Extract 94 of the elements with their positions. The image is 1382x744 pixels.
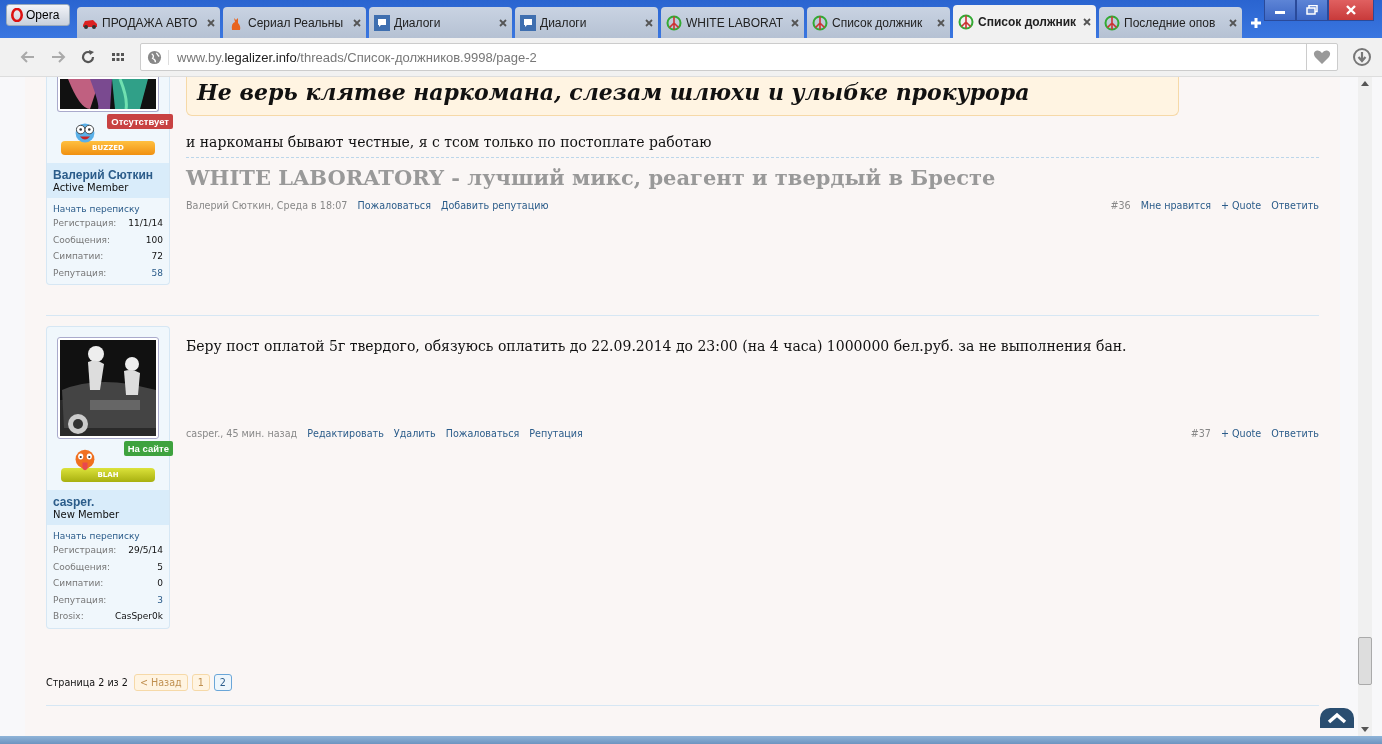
- author-time: casper., 45 мин. назад: [186, 427, 298, 439]
- browser-tab[interactable]: Последние опов: [1099, 7, 1242, 38]
- message-text: и наркоманы бывают честные, я с тсом только по постоплате работаю: [186, 133, 713, 152]
- stat-value: 100: [145, 233, 163, 247]
- peace-sign-icon: [958, 13, 974, 30]
- peace-sign-icon: [666, 14, 682, 31]
- page-label: Страница 2 из 2: [46, 676, 128, 688]
- close-icon[interactable]: [1229, 18, 1237, 27]
- stat-value: 5: [157, 560, 163, 574]
- tab-title: Диалоги: [394, 15, 442, 30]
- start-conversation-link[interactable]: Начать переписку: [53, 204, 163, 214]
- close-icon[interactable]: [207, 18, 215, 27]
- download-icon[interactable]: [1352, 47, 1372, 67]
- peace-sign-icon: [1104, 14, 1120, 31]
- stat-value: CasSper0k: [114, 610, 163, 623]
- tongue-face-icon: [73, 448, 97, 472]
- stat-label: Репутация:: [53, 266, 107, 280]
- author-time: Валерий Сюткин, Среда в 18:07: [186, 200, 348, 211]
- browser-tab[interactable]: Диалоги: [369, 7, 512, 38]
- address-field[interactable]: www.by.legalizer.info/threads/Список-должников.9998/page-2: [140, 43, 1338, 71]
- stat-value[interactable]: 58: [151, 266, 163, 280]
- tab-title: Список должник: [832, 15, 924, 30]
- stat-label: Симпатии:: [53, 250, 104, 263]
- close-icon[interactable]: [937, 18, 945, 27]
- stat-label: Brosix:: [53, 610, 84, 623]
- globe-icon: [147, 49, 169, 65]
- post-action-link[interactable]: + Quote: [1220, 427, 1262, 439]
- opera-logo-icon: [11, 8, 23, 22]
- browser-tab[interactable]: Диалоги: [515, 7, 658, 38]
- status-badge: Отсутствует: [107, 114, 173, 129]
- post-link[interactable]: Редактировать: [307, 427, 384, 439]
- scroll-up-icon[interactable]: [1361, 81, 1369, 86]
- signature-quote: Не верь клятве наркомана, слезам шлюхи и улыбке прокурора: [186, 77, 1179, 116]
- stat-value[interactable]: 3: [157, 593, 163, 607]
- stat-label: Сообщения:: [53, 560, 111, 574]
- minimize-icon[interactable]: [1264, 0, 1296, 21]
- close-icon[interactable]: [353, 18, 361, 27]
- tab-title: Сериал Реальны: [248, 15, 345, 30]
- close-icon[interactable]: [1083, 17, 1091, 26]
- goofy-face-icon: [73, 121, 97, 145]
- tab-title: ПРОДАЖА АВТО: [102, 15, 199, 30]
- user-title: New Member: [53, 509, 121, 520]
- browser-tab[interactable]: Сериал Реальны: [223, 7, 366, 38]
- post-action-link[interactable]: + Quote: [1220, 200, 1262, 211]
- signature-heading: WHITE LABORATORY - лучший микс, реагент и твердый в Бресте: [186, 157, 1319, 190]
- post-action-link[interactable]: Мне нравится: [1140, 200, 1211, 211]
- close-icon[interactable]: [791, 18, 799, 27]
- post-link[interactable]: Пожаловаться: [445, 427, 520, 439]
- opera-menu-button[interactable]: Opera: [6, 4, 70, 26]
- tab-title: WHITE LABORAT: [686, 15, 785, 30]
- close-icon[interactable]: [645, 18, 653, 27]
- tab-title: Список должник: [978, 14, 1078, 29]
- scrollbar-thumb[interactable]: [1358, 637, 1372, 685]
- browser-tab[interactable]: WHITE LABORAT: [661, 7, 804, 38]
- tab-title: Диалоги: [540, 15, 588, 30]
- post-action-link[interactable]: Ответить: [1271, 200, 1319, 211]
- stat-label: Регистрация:: [53, 217, 117, 230]
- post-link[interactable]: Репутация: [529, 427, 583, 439]
- scrollbar[interactable]: [1358, 77, 1372, 736]
- post-link[interactable]: Добавить репутацию: [440, 200, 549, 211]
- stat-label: Сообщения:: [53, 233, 111, 247]
- chevron-up-icon: [1326, 712, 1348, 724]
- close-icon[interactable]: [499, 18, 507, 27]
- post-action-link[interactable]: Ответить: [1271, 427, 1319, 439]
- stat-value: 0: [157, 577, 163, 590]
- scroll-to-top-button[interactable]: [1320, 708, 1354, 728]
- browser-tab[interactable]: ПРОДАЖА АВТО: [77, 7, 220, 38]
- username-link[interactable]: Валерий Сюткин: [53, 168, 163, 182]
- browser-tab[interactable]: Список должник: [807, 7, 950, 38]
- chat-icon: [374, 14, 390, 31]
- close-window-icon[interactable]: [1328, 0, 1374, 21]
- stat-value: 72: [151, 250, 163, 263]
- scroll-down-icon[interactable]: [1361, 727, 1369, 732]
- tab-title: Последние опов: [1124, 15, 1217, 30]
- user-title: Active Member: [53, 182, 130, 193]
- stat-value: 29/5/14: [128, 544, 163, 557]
- browser-tab[interactable]: Список должник: [953, 5, 1096, 38]
- start-conversation-link[interactable]: Начать переписку: [53, 531, 163, 541]
- url-text: www.by.legalizer.info/threads/Список-должников.9998/page-2: [177, 49, 538, 65]
- status-badge: На сайте: [123, 441, 173, 456]
- username-link[interactable]: casper.: [53, 495, 163, 509]
- post-link[interactable]: Пожаловаться: [357, 200, 431, 211]
- page-button[interactable]: 2: [213, 673, 232, 691]
- chat-icon: [520, 14, 536, 31]
- peace-sign-icon: [812, 14, 828, 31]
- new-tab-icon[interactable]: [1250, 17, 1262, 29]
- message-text: Беру пост оплатой 5г твердого, обязуюсь оплатить до 22.09.2014 до 23:00 (на 4 часа) 1000000 бел.руб. за не выполнения бан.: [186, 337, 1128, 356]
- post-link[interactable]: Удалить: [393, 427, 436, 439]
- stat-label: Регистрация:: [53, 544, 117, 557]
- stat-label: Симпатии:: [53, 577, 104, 590]
- stat-label: Репутация:: [53, 593, 107, 607]
- stat-value: 11/1/14: [128, 217, 163, 230]
- reload-icon[interactable]: [80, 49, 96, 65]
- restore-icon[interactable]: [1296, 0, 1328, 21]
